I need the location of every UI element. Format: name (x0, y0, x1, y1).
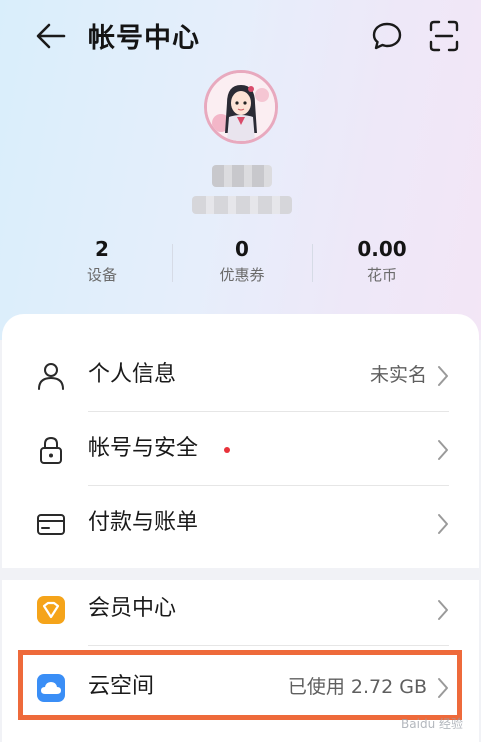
watermark: Baidu 经验 (401, 717, 463, 731)
menu-item-cloud-space[interactable]: 云空间 已使用 2.72 GB (2, 650, 479, 724)
avatar[interactable] (204, 70, 278, 144)
nickname-redacted (212, 165, 272, 187)
menu-item-label: 个人信息 (88, 362, 177, 387)
stat-label: 优惠券 (219, 266, 265, 284)
menu-item-label: 帐号与安全 (88, 436, 199, 461)
row-divider (88, 645, 449, 646)
menu-item-value: 未实名 (369, 364, 427, 386)
page-title: 帐号中心 (88, 23, 200, 54)
anime-girl-avatar-icon (207, 73, 275, 141)
back-arrow-icon (36, 23, 66, 49)
menu-item-personal-info[interactable]: 个人信息 未实名 (2, 338, 479, 412)
stat-coupons[interactable]: 0 优惠券 (172, 236, 312, 286)
stat-label: 花币 (366, 266, 397, 284)
notification-dot (224, 447, 230, 453)
messages-button[interactable] (370, 19, 404, 53)
chevron-right-icon (438, 440, 448, 460)
stat-devices[interactable]: 2 设备 (32, 236, 172, 286)
chevron-right-icon (438, 514, 448, 534)
menu-item-value: 已使用 2.72 GB (287, 676, 427, 698)
cloud-icon (37, 674, 65, 702)
lock-icon (40, 436, 62, 464)
stat-value: 2 (95, 237, 109, 261)
menu-card-account: 个人信息 未实名 帐号与安全 付款与账单 (2, 314, 479, 568)
person-icon (38, 363, 64, 390)
menu-item-label: 云空间 (88, 674, 155, 699)
chevron-right-icon (438, 366, 448, 386)
scan-button[interactable] (428, 19, 460, 53)
card-icon (37, 514, 65, 535)
stat-value: 0 (235, 237, 249, 261)
stats-bar: 2 设备 0 优惠券 0.00 花币 (32, 236, 452, 292)
stat-huabi[interactable]: 0.00 花币 (312, 236, 452, 286)
menu-item-payment-billing[interactable]: 付款与账单 (2, 486, 479, 560)
message-bubble-icon (372, 22, 402, 50)
chevron-right-icon (438, 678, 448, 698)
stat-label: 设备 (86, 266, 117, 284)
stat-value: 0.00 (357, 237, 407, 261)
chevron-right-icon (438, 600, 448, 620)
account-id-redacted (192, 196, 292, 214)
vip-badge-icon (37, 596, 65, 624)
top-bar: 帐号中心 (0, 0, 481, 72)
scan-icon (429, 20, 459, 52)
menu-item-label: 会员中心 (88, 596, 177, 621)
menu-item-label: 付款与账单 (88, 510, 199, 535)
back-button[interactable] (34, 20, 68, 52)
menu-item-member-center[interactable]: 会员中心 (2, 572, 479, 646)
menu-item-account-security[interactable]: 帐号与安全 (2, 412, 479, 486)
